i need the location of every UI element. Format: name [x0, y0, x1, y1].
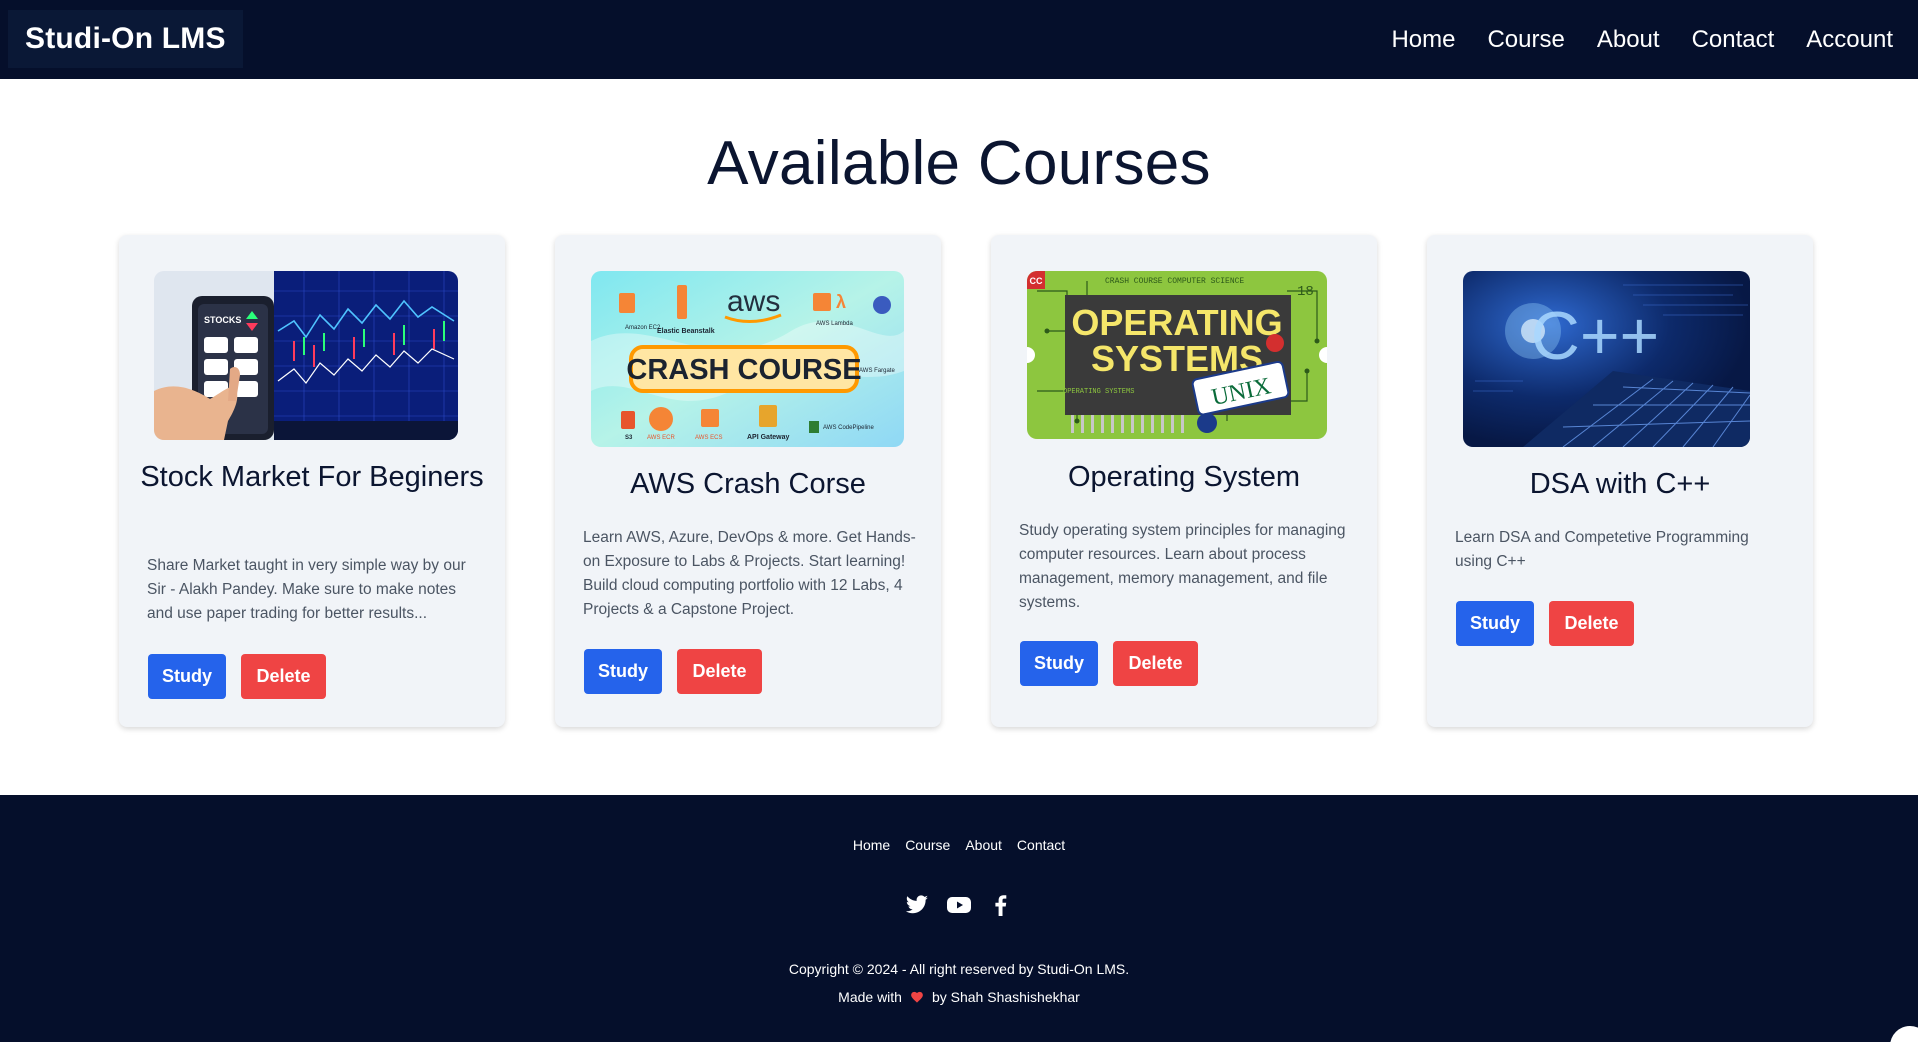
course-title: Stock Market For Beginers: [140, 461, 484, 493]
course-description: Learn DSA and Competetive Programming us…: [1455, 529, 1749, 570]
svg-text:S3: S3: [625, 435, 633, 441]
course-thumbnail-stock: STOCKS: [154, 271, 458, 440]
course-list: STOCKS Stock Market For Beginers Share M…: [119, 235, 1813, 727]
delete-button[interactable]: Delete: [241, 654, 326, 699]
course-card: CC CRASH COURSE COMPUTER SCIENCE 18 OPER…: [991, 235, 1377, 727]
svg-text:AWS Lambda: AWS Lambda: [816, 321, 853, 327]
course-thumbnail-cpp: C++: [1463, 271, 1750, 447]
course-title: Operating System: [1067, 461, 1301, 493]
course-description: Study operating system principles for ma…: [1019, 522, 1346, 611]
footer-link-about[interactable]: About: [965, 837, 1002, 853]
svg-text:CRASH COURSE COMPUTER SCIENCE: CRASH COURSE COMPUTER SCIENCE: [1105, 277, 1244, 286]
facebook-icon[interactable]: [989, 893, 1013, 917]
study-button[interactable]: Study: [584, 649, 662, 694]
course-description: Learn AWS, Azure, DevOps & more. Get Han…: [583, 529, 916, 618]
course-card: aws λ CRASH COURSE Amazon EC2 Elastic Be…: [555, 235, 941, 727]
social-links: [0, 893, 1918, 917]
svg-text:18: 18: [1297, 284, 1314, 300]
svg-text:CC: CC: [1030, 276, 1043, 286]
footer-nav: Home Course About Contact: [0, 837, 1918, 853]
copyright-text: Copyright © 2024 - All right reserved by…: [788, 961, 1130, 977]
svg-text:aws: aws: [727, 285, 780, 318]
svg-text:Elastic Beanstalk: Elastic Beanstalk: [657, 328, 715, 335]
svg-text:OPERATING SYSTEMS: OPERATING SYSTEMS: [1063, 388, 1134, 396]
svg-text:OPERATING: OPERATING: [1071, 302, 1282, 343]
brand-logo[interactable]: Studi-On LMS: [8, 10, 243, 68]
footer-link-contact[interactable]: Contact: [1017, 837, 1065, 853]
footer-link-course[interactable]: Course: [905, 837, 950, 853]
svg-text:AWS ECS: AWS ECS: [695, 435, 722, 441]
made-with-suffix: by Shah Shashishekhar: [931, 989, 1080, 1005]
course-title: AWS Crash Corse: [630, 468, 866, 500]
svg-text:C++: C++: [1531, 298, 1660, 374]
svg-text:STOCKS: STOCKS: [204, 315, 241, 325]
delete-button[interactable]: Delete: [1113, 641, 1198, 686]
course-card: C++ DSA with C++ Learn DSA and Competeti…: [1427, 235, 1813, 727]
course-thumbnail-aws: aws λ CRASH COURSE Amazon EC2 Elastic Be…: [591, 271, 904, 447]
youtube-icon[interactable]: [947, 893, 971, 917]
made-with-line: Made with by Shah Shashishekhar: [0, 989, 1918, 1006]
twitter-icon[interactable]: [905, 893, 929, 917]
svg-text:AWS ECR: AWS ECR: [647, 435, 675, 441]
svg-text:λ: λ: [836, 292, 846, 312]
study-button[interactable]: Study: [1456, 601, 1534, 646]
chat-widget-edge[interactable]: [1890, 1026, 1918, 1042]
svg-text:AWS CodePipeline: AWS CodePipeline: [823, 425, 874, 431]
nav-about[interactable]: About: [1597, 26, 1660, 54]
study-button[interactable]: Study: [148, 654, 226, 699]
course-card: STOCKS Stock Market For Beginers Share M…: [119, 235, 505, 727]
course-description: Share Market taught in very simple way b…: [147, 557, 466, 622]
study-button[interactable]: Study: [1020, 641, 1098, 686]
nav-contact[interactable]: Contact: [1692, 26, 1775, 54]
nav-course[interactable]: Course: [1487, 26, 1564, 54]
heart-icon: [910, 990, 924, 1006]
delete-button[interactable]: Delete: [1549, 601, 1634, 646]
main-nav: Home Course About Contact Account: [1391, 0, 1893, 79]
svg-text:AWS Fargate: AWS Fargate: [859, 368, 895, 374]
delete-button[interactable]: Delete: [677, 649, 762, 694]
made-with-prefix: Made with: [838, 989, 902, 1005]
footer-link-home[interactable]: Home: [853, 837, 890, 853]
course-thumbnail-os: CC CRASH COURSE COMPUTER SCIENCE 18 OPER…: [1027, 271, 1327, 439]
page-title: Available Courses: [707, 129, 1211, 198]
svg-text:API Gateway: API Gateway: [747, 434, 790, 441]
nav-account[interactable]: Account: [1806, 26, 1893, 54]
course-title: DSA with C++: [1529, 468, 1711, 500]
svg-text:Amazon EC2: Amazon EC2: [625, 325, 661, 331]
top-navbar: Studi-On LMS Home Course About Contact A…: [0, 0, 1918, 79]
svg-text:CRASH COURSE: CRASH COURSE: [626, 354, 861, 386]
footer: Home Course About Contact Copyright © 20…: [0, 795, 1918, 1042]
nav-home[interactable]: Home: [1391, 26, 1455, 54]
